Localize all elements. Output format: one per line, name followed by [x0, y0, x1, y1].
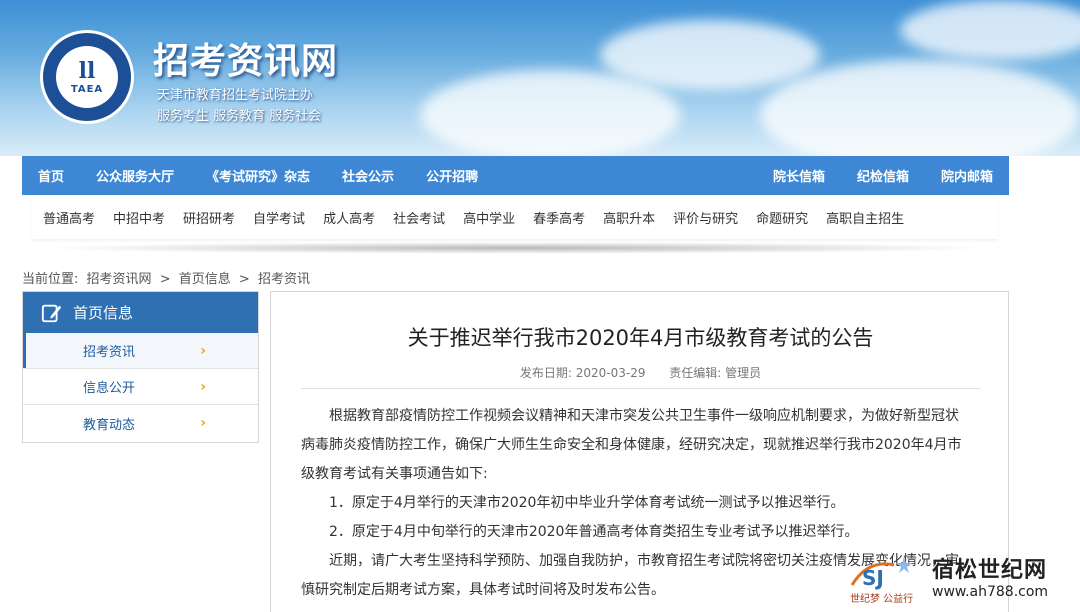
- logo-mark-icon: ll: [78, 57, 96, 84]
- sidebar-item-label: 教育动态: [83, 417, 136, 433]
- main-nav: 首页 公众服务大厅 《考试研究》杂志 社会公示 公开招聘 院长信箱 纪检信箱 院…: [22, 156, 1009, 195]
- watermark-url: www.ah788.com: [932, 584, 1049, 600]
- subnav-item[interactable]: 中招中考: [104, 208, 174, 227]
- sidebar-item-label: 招考资讯: [83, 345, 136, 360]
- article-paragraph: 1．原定于4月举行的天津市2020年初中毕业升学体育考试统一测试予以推迟举行。: [329, 495, 845, 511]
- breadcrumb-label: 当前位置:: [22, 272, 79, 287]
- editor-label: 责任编辑:: [669, 366, 722, 380]
- subnav-item[interactable]: 成人高考: [314, 208, 384, 227]
- sidebar-item-info-disclosure[interactable]: 信息公开 ›: [23, 369, 258, 405]
- sidebar-item-news[interactable]: 招考资讯 ›: [23, 333, 258, 369]
- subnav-item[interactable]: 高职自主招生: [817, 208, 913, 227]
- site-logo[interactable]: ll TAEA: [40, 30, 134, 124]
- subnav-item[interactable]: 普通高考: [34, 208, 104, 227]
- site-subtitle-slogan: 服务考生 服务教育 服务社会: [157, 109, 322, 124]
- logo-text: TAEA: [70, 83, 104, 95]
- nav-discipline-mailbox[interactable]: 纪检信箱: [841, 166, 925, 185]
- subnav-item[interactable]: 自学考试: [244, 208, 314, 227]
- edit-icon: [41, 304, 62, 322]
- meta-divider: [301, 388, 981, 389]
- sidebar: 首页信息 招考资讯 › 信息公开 › 教育动态 ›: [22, 291, 259, 443]
- editor-name: 管理员: [725, 366, 762, 380]
- subnav-item[interactable]: 评价与研究: [664, 208, 747, 227]
- nav-public-notice[interactable]: 社会公示: [326, 166, 410, 185]
- breadcrumb-link-homepage-info[interactable]: 首页信息: [179, 272, 231, 287]
- date-label: 发布日期:: [519, 366, 572, 380]
- sidebar-item-education-news[interactable]: 教育动态 ›: [23, 405, 258, 441]
- breadcrumb-link-home[interactable]: 招考资讯网: [87, 272, 152, 287]
- breadcrumb: 当前位置: 招考资讯网 > 首页信息 > 招考资讯: [22, 268, 314, 287]
- nav-internal-mailbox[interactable]: 院内邮箱: [925, 166, 1009, 185]
- watermark-slogan: 世纪梦 公益行: [850, 594, 914, 605]
- nav-president-mailbox[interactable]: 院长信箱: [757, 166, 841, 185]
- article-meta: 发布日期: 2020-03-29 责任编辑: 管理员: [271, 364, 1010, 381]
- chevron-right-icon: ›: [200, 342, 206, 359]
- site-subtitle-organizer: 天津市教育招生考试院主办: [157, 88, 314, 103]
- subnav-shadow: [40, 242, 995, 254]
- sidebar-header: 首页信息: [23, 292, 258, 333]
- nav-exam-research-magazine[interactable]: 《考试研究》杂志: [190, 166, 326, 185]
- sidebar-item-label: 信息公开: [83, 381, 136, 396]
- svg-text:SJ: SJ: [862, 566, 884, 590]
- subnav-item[interactable]: 社会考试: [384, 208, 454, 227]
- article-paragraph: 2．原定于4月中旬举行的天津市2020年普通高考体育类招生专业考试予以推迟举行。: [329, 524, 859, 540]
- watermark-site-name: 宿松世纪网: [932, 558, 1048, 583]
- watermark-logo-icon: SJ: [850, 557, 912, 590]
- article-title: 关于推迟举行我市2020年4月市级教育考试的公告: [407, 326, 874, 350]
- subnav-item[interactable]: 研招研考: [174, 208, 244, 227]
- subnav-item[interactable]: 春季高考: [524, 208, 594, 227]
- breadcrumb-separator: >: [159, 272, 171, 287]
- sub-nav: 普通高考 中招中考 研招研考 自学考试 成人高考 社会考试 高中学业 春季高考 …: [32, 195, 998, 239]
- nav-public-service-hall[interactable]: 公众服务大厅: [80, 166, 190, 185]
- chevron-right-icon: ›: [200, 378, 206, 395]
- subnav-item[interactable]: 命题研究: [747, 208, 817, 227]
- header-banner: ll TAEA 招考资讯网 天津市教育招生考试院主办 服务考生 服务教育 服务社…: [0, 0, 1080, 156]
- publish-date: 2020-03-29: [575, 366, 646, 380]
- subnav-item[interactable]: 高职升本: [594, 208, 664, 227]
- breadcrumb-separator: >: [238, 272, 250, 287]
- site-title[interactable]: 招考资讯网: [153, 32, 338, 84]
- subnav-item[interactable]: 高中学业: [454, 208, 524, 227]
- nav-recruitment[interactable]: 公开招聘: [410, 166, 494, 185]
- sidebar-title: 首页信息: [73, 304, 134, 322]
- article-paragraph: 根据教育部疫情防控工作视频会议精神和天津市突发公共卫生事件一级响应机制要求，为做…: [301, 408, 962, 482]
- nav-home[interactable]: 首页: [22, 166, 80, 185]
- breadcrumb-link-news[interactable]: 招考资讯: [258, 272, 310, 287]
- chevron-right-icon: ›: [200, 415, 206, 431]
